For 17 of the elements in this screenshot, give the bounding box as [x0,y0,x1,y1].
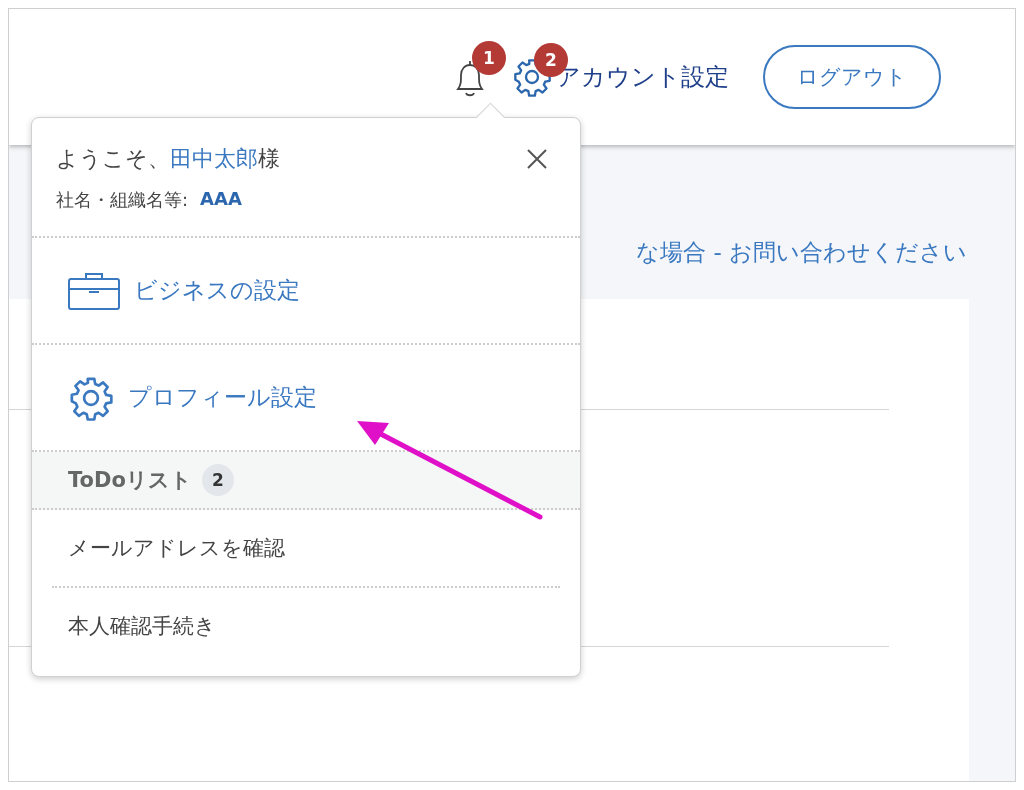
company-label: 社名・組織名等: [56,188,189,212]
menu-label: ビジネスの設定 [134,276,300,305]
gear-icon [68,374,114,421]
notification-badge: 1 [472,41,506,75]
welcome-text: ようこそ、田中太郎様 [56,145,280,173]
company-name: AAA [200,188,242,211]
logout-button[interactable]: ログアウト [763,45,941,109]
todo-title: ToDoリスト [68,467,192,494]
todo-item[interactable]: メールアドレスを確認 [52,510,560,586]
todo-count-badge: 2 [201,464,234,496]
contact-link[interactable]: な場合 - お問い合わせください [636,237,967,299]
menu-label: プロフィール設定 [128,383,317,412]
briefcase-icon [68,271,120,310]
user-name-link[interactable]: 田中太郎 [170,146,258,171]
menu-item[interactable]: ビジネスの設定 [32,238,580,345]
close-icon[interactable] [526,148,548,170]
todo-item[interactable]: 本人確認手続き [52,586,560,664]
